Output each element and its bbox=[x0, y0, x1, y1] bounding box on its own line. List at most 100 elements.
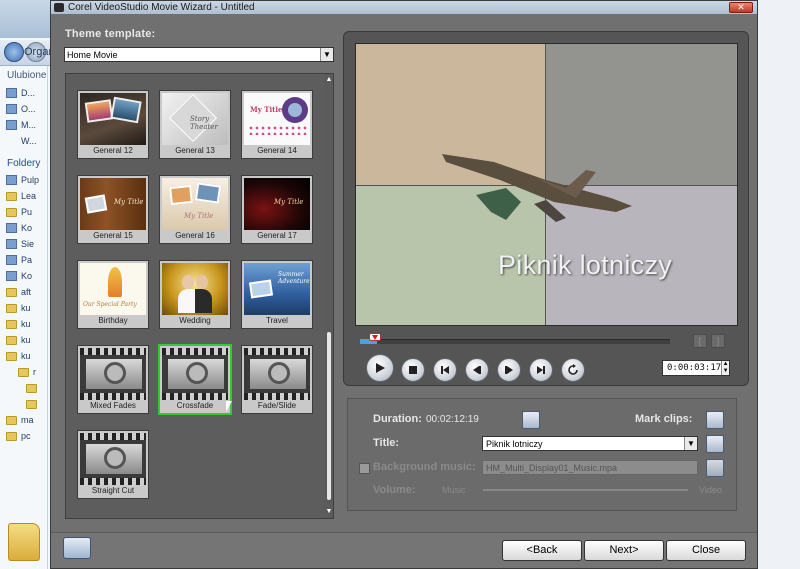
template-tile-fade-slide[interactable]: Fade/Slide bbox=[241, 345, 313, 414]
template-thumbnail: Our Special Party bbox=[80, 263, 146, 315]
template-caption: Mixed Fades bbox=[90, 401, 136, 410]
favorite-link[interactable]: M... bbox=[0, 117, 47, 133]
template-thumbnail: Summer Adventure bbox=[244, 263, 310, 315]
template-tile-straight-cut[interactable]: Straight Cut bbox=[77, 430, 149, 499]
options-icon[interactable] bbox=[63, 537, 91, 559]
template-tile-general-13[interactable]: Story Theater General 13 bbox=[159, 90, 231, 159]
template-tile-mixed-fades[interactable]: Mixed Fades bbox=[77, 345, 149, 414]
folder-item[interactable]: ku bbox=[0, 316, 47, 332]
scroll-down-icon[interactable]: ▼ bbox=[325, 508, 333, 516]
folder-item[interactable]: ku bbox=[0, 332, 47, 348]
folder-item[interactable]: Lea bbox=[0, 188, 47, 204]
template-thumbnail: My Title bbox=[244, 93, 310, 145]
template-art-text: My Title bbox=[114, 198, 144, 206]
template-thumbnail: Story Theater bbox=[162, 93, 228, 145]
folder-item[interactable]: r bbox=[0, 364, 47, 380]
folder-item[interactable]: aft bbox=[0, 284, 47, 300]
template-thumbnail: My Title bbox=[162, 178, 228, 230]
next-frame-button[interactable] bbox=[497, 358, 521, 382]
template-tile-crossfade[interactable]: Crossfade bbox=[158, 344, 232, 415]
favorite-link[interactable]: O... bbox=[0, 101, 47, 117]
edit-title-icon[interactable] bbox=[706, 435, 724, 453]
folder-item[interactable]: ku bbox=[0, 348, 47, 364]
template-tile-birthday[interactable]: Our Special Party Birthday bbox=[77, 260, 149, 329]
folder-item[interactable]: Ko bbox=[0, 268, 47, 284]
folder-item[interactable]: ku bbox=[0, 300, 47, 316]
folder-item[interactable]: Pu bbox=[0, 204, 47, 220]
template-thumbnail bbox=[80, 93, 146, 145]
template-tile-wedding[interactable]: Wedding bbox=[159, 260, 231, 329]
repeat-button[interactable] bbox=[561, 358, 585, 382]
template-tile-general-14[interactable]: My Title General 14 bbox=[241, 90, 313, 159]
back-arrow-icon[interactable] bbox=[4, 42, 24, 62]
template-tile-general-16[interactable]: My Title General 16 bbox=[159, 175, 231, 244]
chevron-down-icon[interactable]: ▼ bbox=[684, 437, 697, 450]
template-caption: General 17 bbox=[257, 231, 297, 240]
video-preview[interactable]: Piknik lotniczy bbox=[355, 43, 738, 326]
template-caption: General 15 bbox=[93, 231, 133, 240]
scrollbar-thumb[interactable] bbox=[327, 332, 331, 500]
folder-item[interactable]: ma bbox=[0, 412, 47, 428]
taskbar-folder-icon[interactable] bbox=[8, 523, 40, 561]
adjust-duration-icon[interactable] bbox=[522, 411, 540, 429]
gallery-scrollbar[interactable]: ▲ ▼ bbox=[324, 74, 333, 518]
template-tile-general-15[interactable]: My Title General 15 bbox=[77, 175, 149, 244]
back-button[interactable]: <Back bbox=[502, 540, 582, 561]
folder-item[interactable] bbox=[0, 396, 47, 412]
folder-item[interactable]: pc bbox=[0, 428, 47, 444]
template-tile-general-12[interactable]: General 12 bbox=[77, 90, 149, 159]
title-label: Title: bbox=[373, 437, 400, 449]
close-button[interactable]: Close bbox=[666, 540, 746, 561]
template-caption: General 12 bbox=[93, 146, 133, 155]
template-thumbnail bbox=[162, 263, 228, 315]
scroll-up-icon[interactable]: ▲ bbox=[325, 76, 333, 84]
airplane-image bbox=[442, 154, 632, 222]
volume-video-label: Video bbox=[699, 485, 722, 495]
template-tile-travel[interactable]: Summer Adventure Travel bbox=[241, 260, 313, 329]
desktop-icon bbox=[6, 175, 17, 185]
template-caption: Straight Cut bbox=[91, 486, 135, 495]
mark-out-button[interactable]: ] bbox=[711, 334, 725, 348]
favorite-link[interactable]: D... bbox=[0, 85, 47, 101]
chevron-down-icon[interactable]: ▼ bbox=[320, 48, 333, 61]
template-art-text: My Title bbox=[184, 212, 214, 220]
theme-template-dropdown[interactable]: Home Movie ▼ bbox=[64, 47, 334, 62]
title-dropdown[interactable]: Piknik lotniczy ▼ bbox=[482, 436, 698, 451]
folder-item[interactable]: Pa bbox=[0, 252, 47, 268]
background-music-value: HM_Multi_Display01_Music.mpa bbox=[486, 462, 618, 473]
timeline-track bbox=[360, 339, 670, 344]
favorites-header: Ulubione bbox=[7, 70, 47, 81]
timeline-scrubber[interactable] bbox=[369, 333, 381, 341]
mark-clips-icon[interactable] bbox=[706, 411, 724, 429]
folder-item[interactable]: Ko bbox=[0, 220, 47, 236]
recycle-bin-icon bbox=[6, 271, 17, 281]
folder-item[interactable]: Pulp bbox=[0, 172, 47, 188]
folder-item[interactable] bbox=[0, 380, 47, 396]
template-thumbnail: My Title bbox=[244, 178, 310, 230]
folder-icon bbox=[26, 399, 37, 409]
background-music-checkbox[interactable] bbox=[359, 463, 370, 474]
template-art-text: Story Theater bbox=[190, 115, 218, 131]
timecode-field[interactable]: 0:00:03:17 ▲ ▼ bbox=[662, 360, 730, 376]
folder-item[interactable]: Sie bbox=[0, 236, 47, 252]
template-tile-general-17[interactable]: My Title General 17 bbox=[241, 175, 313, 244]
window-close-button[interactable]: ✕ bbox=[729, 2, 753, 13]
play-button[interactable] bbox=[366, 354, 394, 382]
previous-frame-button[interactable] bbox=[465, 358, 489, 382]
template-caption: Crossfade bbox=[176, 401, 214, 410]
go-to-start-button[interactable] bbox=[433, 358, 457, 382]
volume-music-label: Music bbox=[442, 485, 466, 495]
background-music-field[interactable]: HM_Multi_Display01_Music.mpa bbox=[482, 460, 698, 475]
music-settings-icon[interactable] bbox=[706, 459, 724, 477]
mark-in-button[interactable]: [ bbox=[693, 334, 707, 348]
volume-slider[interactable] bbox=[483, 489, 688, 491]
step-forward-icon bbox=[505, 366, 513, 374]
stop-button[interactable] bbox=[401, 358, 425, 382]
preview-timeline[interactable] bbox=[360, 333, 670, 347]
next-button[interactable]: Next> bbox=[584, 540, 664, 561]
go-to-end-button[interactable] bbox=[529, 358, 553, 382]
stop-icon bbox=[409, 366, 417, 374]
timecode-spinner-icon[interactable]: ▲ ▼ bbox=[721, 361, 729, 375]
favorite-link[interactable]: W... bbox=[0, 133, 47, 149]
template-caption: Fade/Slide bbox=[257, 401, 297, 410]
